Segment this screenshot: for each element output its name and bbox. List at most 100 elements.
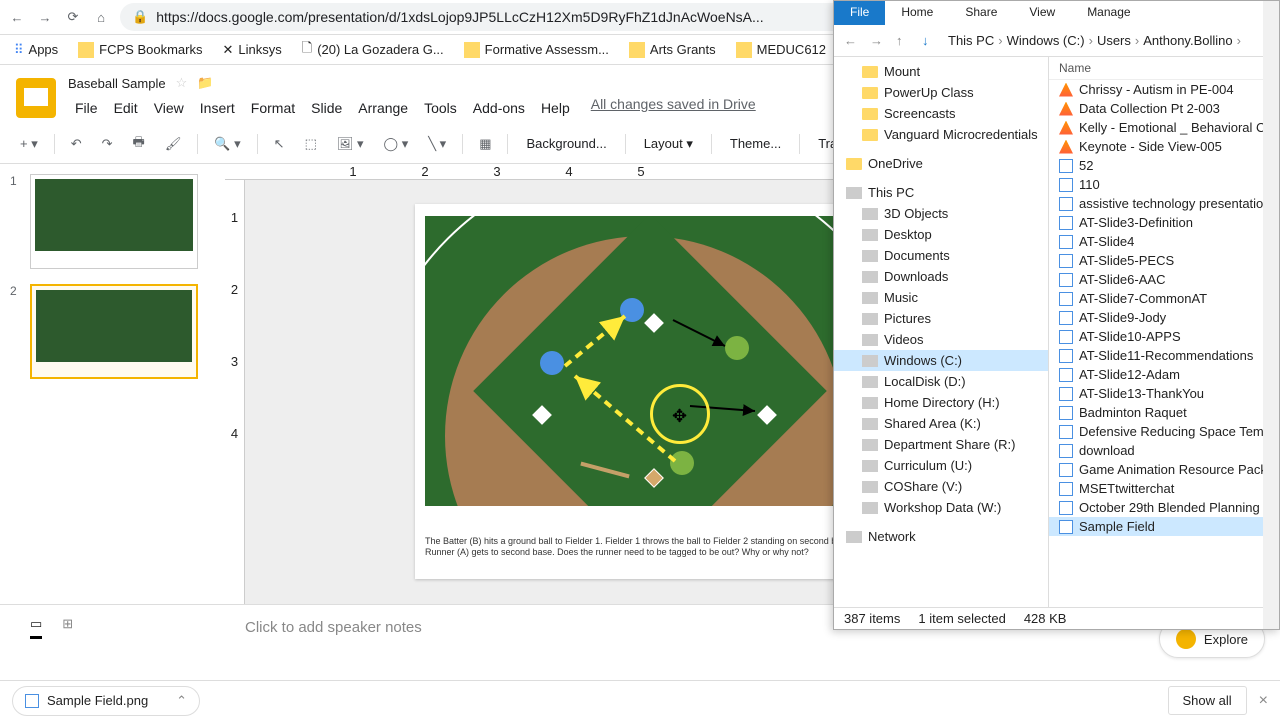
tree-item[interactable]: Videos: [834, 329, 1048, 350]
select-tool[interactable]: ↖: [266, 130, 293, 158]
back-button[interactable]: ←: [844, 33, 862, 48]
shape-tool[interactable]: ◯ ▾: [376, 130, 417, 158]
file-row[interactable]: Kelly - Emotional _ Behavioral Ch: [1049, 118, 1279, 137]
tree-item[interactable]: Screencasts: [834, 103, 1048, 124]
file-row[interactable]: Data Collection Pt 2-003: [1049, 99, 1279, 118]
menu-format[interactable]: Format: [244, 96, 302, 120]
redo-button[interactable]: ↷: [94, 130, 121, 158]
tree-item[interactable]: 3D Objects: [834, 203, 1048, 224]
tree-item[interactable]: Workshop Data (W:): [834, 497, 1048, 518]
tree-item[interactable]: COShare (V:): [834, 476, 1048, 497]
breadcrumb-item[interactable]: Users: [1097, 33, 1131, 48]
file-row[interactable]: AT-Slide4: [1049, 232, 1279, 251]
paint-button[interactable]: 🖌: [157, 130, 190, 158]
tree-item[interactable]: Pictures: [834, 308, 1048, 329]
tree-item[interactable]: Desktop: [834, 224, 1048, 245]
file-row[interactable]: assistive technology presentation: [1049, 194, 1279, 213]
menu-add-ons[interactable]: Add-ons: [466, 96, 532, 120]
file-row[interactable]: AT-Slide13-ThankYou: [1049, 384, 1279, 403]
menu-insert[interactable]: Insert: [193, 96, 242, 120]
tree-item[interactable]: LocalDisk (D:): [834, 371, 1048, 392]
tree-item[interactable]: Vanguard Microcredentials: [834, 124, 1048, 145]
comment-button[interactable]: ▦: [471, 130, 499, 158]
file-row[interactable]: download: [1049, 441, 1279, 460]
forward-button[interactable]: →: [870, 33, 888, 48]
filmstrip-view-button[interactable]: ▭: [30, 616, 42, 639]
reload-button[interactable]: ⟳: [64, 8, 82, 26]
file-row[interactable]: AT-Slide6-AAC: [1049, 270, 1279, 289]
file-row[interactable]: Chrissy - Autism in PE-004: [1049, 80, 1279, 99]
undo-button[interactable]: ↶: [63, 130, 90, 158]
slide-thumb-1[interactable]: [30, 174, 198, 269]
tree-item[interactable]: Downloads: [834, 266, 1048, 287]
tree-item[interactable]: Music: [834, 287, 1048, 308]
tree-item[interactable]: OneDrive: [834, 153, 1048, 174]
tree-item[interactable]: This PC: [834, 182, 1048, 203]
column-header-name[interactable]: Name: [1049, 57, 1279, 80]
file-row[interactable]: Defensive Reducing Space Temp: [1049, 422, 1279, 441]
menu-file[interactable]: File: [68, 96, 105, 120]
layout-button[interactable]: Layout ▾: [634, 130, 703, 158]
tree-item[interactable]: Documents: [834, 245, 1048, 266]
print-button[interactable]: 🖶: [125, 127, 153, 161]
bookmark-fcps[interactable]: FCPS Bookmarks: [72, 39, 208, 61]
tab-view[interactable]: View: [1013, 1, 1071, 25]
file-row[interactable]: Sample Field: [1049, 517, 1279, 536]
chevron-up-icon[interactable]: ⌃: [176, 693, 187, 709]
breadcrumb[interactable]: This PC›Windows (C:)›Users›Anthony.Bolli…: [948, 33, 1241, 48]
down-arrow-icon[interactable]: ↓: [922, 33, 940, 48]
close-icon[interactable]: ×: [1259, 692, 1268, 710]
breadcrumb-item[interactable]: Anthony.Bollino: [1143, 33, 1232, 48]
download-item[interactable]: Sample Field.png ⌃: [12, 686, 200, 716]
tab-home[interactable]: Home: [885, 1, 949, 25]
tree-item[interactable]: Windows (C:): [834, 350, 1048, 371]
tree-item[interactable]: Curriculum (U:): [834, 455, 1048, 476]
menu-slide[interactable]: Slide: [304, 96, 349, 120]
textbox-tool[interactable]: ⬚: [297, 130, 325, 158]
apps-button[interactable]: ⠿Apps: [8, 39, 64, 61]
menu-tools[interactable]: Tools: [417, 96, 464, 120]
tree-item[interactable]: Shared Area (K:): [834, 413, 1048, 434]
file-row[interactable]: October 29th Blended Planning I: [1049, 498, 1279, 517]
forward-button[interactable]: →: [36, 8, 54, 26]
breadcrumb-item[interactable]: Windows (C:): [1007, 33, 1085, 48]
bookmark-formative[interactable]: Formative Assessm...: [458, 39, 615, 61]
grid-view-button[interactable]: ⊞: [62, 616, 73, 639]
back-button[interactable]: ←: [8, 8, 26, 26]
tab-file[interactable]: File: [834, 1, 885, 25]
file-row[interactable]: AT-Slide7-CommonAT: [1049, 289, 1279, 308]
bookmark-meduc[interactable]: MEDUC612: [730, 39, 832, 61]
home-button[interactable]: ⌂: [92, 8, 110, 26]
tab-manage[interactable]: Manage: [1071, 1, 1146, 25]
folder-icon[interactable]: 📁: [197, 75, 213, 91]
file-row[interactable]: AT-Slide10-APPS: [1049, 327, 1279, 346]
new-slide-button[interactable]: + ▾: [12, 130, 46, 158]
menu-edit[interactable]: Edit: [107, 96, 145, 120]
image-tool[interactable]: 🖼 ▾: [329, 130, 372, 158]
file-row[interactable]: 110: [1049, 175, 1279, 194]
tree-item[interactable]: Mount: [834, 61, 1048, 82]
up-button[interactable]: ↑: [896, 33, 914, 48]
star-icon[interactable]: ☆: [176, 75, 188, 91]
tab-share[interactable]: Share: [949, 1, 1013, 25]
menu-view[interactable]: View: [147, 96, 191, 120]
bookmark-linksys[interactable]: ✕Linksys: [216, 39, 287, 61]
file-row[interactable]: AT-Slide5-PECS: [1049, 251, 1279, 270]
tree-item[interactable]: Network: [834, 526, 1048, 547]
zoom-button[interactable]: 🔍 ▾: [206, 130, 248, 158]
menu-help[interactable]: Help: [534, 96, 577, 120]
background-button[interactable]: Background...: [516, 130, 616, 157]
bookmark-gozadera[interactable]: 🗋(20) La Gozadera G...: [296, 36, 450, 64]
tree-item[interactable]: Department Share (R:): [834, 434, 1048, 455]
slides-logo[interactable]: [16, 78, 56, 118]
bookmark-arts[interactable]: Arts Grants: [623, 39, 722, 61]
breadcrumb-item[interactable]: This PC: [948, 33, 994, 48]
file-row[interactable]: AT-Slide11-Recommendations: [1049, 346, 1279, 365]
slide-thumb-2[interactable]: [30, 284, 198, 379]
tree-item[interactable]: PowerUp Class: [834, 82, 1048, 103]
file-row[interactable]: MSETtwitterchat: [1049, 479, 1279, 498]
tree-item[interactable]: Home Directory (H:): [834, 392, 1048, 413]
theme-button[interactable]: Theme...: [720, 130, 791, 157]
file-row[interactable]: AT-Slide3-Definition: [1049, 213, 1279, 232]
file-row[interactable]: Keynote - Side View-005: [1049, 137, 1279, 156]
